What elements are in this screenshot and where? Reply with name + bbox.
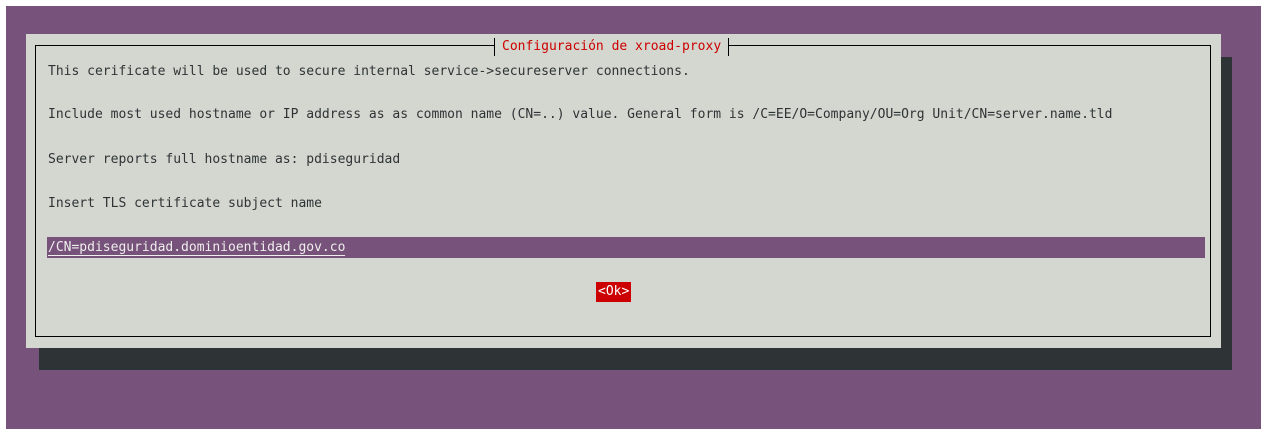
dialog-title: Configuración de xroad-proxy bbox=[494, 37, 730, 57]
description-line: This cerificate will be used to secure i… bbox=[48, 64, 690, 79]
hostname-line: Server reports full hostname as: pdisegu… bbox=[48, 152, 401, 167]
instruction-line: Include most used hostname or IP address… bbox=[48, 107, 1113, 122]
ok-button[interactable]: <Ok> bbox=[596, 282, 632, 302]
subject-name-input[interactable]: /CN=pdiseguridad.dominioentidad.gov.co bbox=[47, 237, 1205, 258]
prompt-line: Insert TLS certificate subject name bbox=[48, 196, 322, 211]
config-dialog: Configuración de xroad-proxy This cerifi… bbox=[26, 34, 1221, 348]
terminal-window: Configuración de xroad-proxy This cerifi… bbox=[6, 6, 1261, 429]
subject-name-value: /CN=pdiseguridad.dominioentidad.gov.co bbox=[48, 240, 346, 256]
